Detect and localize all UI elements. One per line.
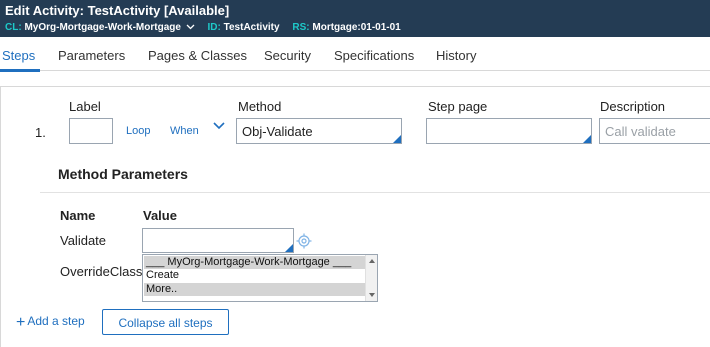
autocomplete-corner-icon xyxy=(285,244,293,252)
tab-bar: Steps Parameters Pages & Classes Securit… xyxy=(0,37,710,72)
crosshair-icon[interactable] xyxy=(296,233,312,249)
title-text: Activity: TestActivity [Available] xyxy=(32,3,230,18)
steppage-column-header: Step page xyxy=(428,99,488,114)
listbox-scrollbar[interactable] xyxy=(365,255,377,301)
id-value: TestActivity xyxy=(223,22,280,33)
section-divider xyxy=(40,192,710,193)
step-number: 1. xyxy=(35,125,46,140)
method-input-value: Obj-Validate xyxy=(242,124,313,139)
active-tab-indicator xyxy=(0,69,40,72)
add-step-label: Add a step xyxy=(27,314,85,328)
rule-title: Edit Activity: TestActivity [Available] xyxy=(5,3,229,18)
rs-value: Mortgage:01-01-01 xyxy=(312,22,401,33)
rule-meta: CL: MyOrg-Mortgage-Work-Mortgage ID: Tes… xyxy=(5,22,411,33)
steppage-input[interactable] xyxy=(426,118,592,144)
title-prefix: Edit xyxy=(5,3,30,18)
loop-link[interactable]: Loop xyxy=(126,125,150,137)
cl-value[interactable]: MyOrg-Mortgage-Work-Mortgage xyxy=(24,22,180,33)
rs-key: RS: xyxy=(292,22,310,33)
overrideclass-listbox[interactable]: ___ MyOrg-Mortgage-Work-Mortgage ___ Cre… xyxy=(142,254,378,302)
tab-security[interactable]: Security xyxy=(264,48,311,63)
autocomplete-corner-icon xyxy=(393,135,401,143)
when-link[interactable]: When xyxy=(170,125,199,137)
label-input[interactable] xyxy=(69,118,113,144)
param-value-header: Value xyxy=(143,208,177,223)
scroll-up-icon[interactable] xyxy=(369,259,375,263)
method-column-header: Method xyxy=(238,99,282,114)
label-column-header: Label xyxy=(69,99,101,114)
param-name-validate: Validate xyxy=(60,233,107,248)
tab-steps[interactable]: Steps xyxy=(2,48,35,63)
tab-parameters[interactable]: Parameters xyxy=(58,48,125,63)
param-name-header: Name xyxy=(60,208,96,223)
cl-key: CL: xyxy=(5,22,22,33)
rule-header: Edit Activity: TestActivity [Available] … xyxy=(0,0,710,37)
tab-specifications[interactable]: Specifications xyxy=(334,48,414,63)
chevron-down-icon[interactable] xyxy=(186,22,198,33)
tab-pages-classes[interactable]: Pages & Classes xyxy=(148,48,247,63)
id-key: ID: xyxy=(207,22,221,33)
add-step-link[interactable]: + Add a step xyxy=(16,314,85,332)
method-parameters-title: Method Parameters xyxy=(58,166,188,182)
collapse-all-steps-button[interactable]: Collapse all steps xyxy=(102,309,229,335)
method-input[interactable]: Obj-Validate xyxy=(236,118,402,144)
listbox-option[interactable]: More.. xyxy=(144,283,365,296)
tab-history[interactable]: History xyxy=(436,48,476,63)
chevron-down-icon[interactable] xyxy=(212,121,226,131)
param-name-overrideclass: OverrideClass xyxy=(60,264,143,279)
listbox-option[interactable]: ___ MyOrg-Mortgage-Work-Mortgage ___ xyxy=(144,256,365,269)
description-column-header: Description xyxy=(600,99,666,114)
listbox-option[interactable]: Create xyxy=(144,269,365,282)
scroll-down-icon[interactable] xyxy=(369,293,375,297)
description-placeholder: Call validate xyxy=(605,124,676,139)
description-input[interactable]: Call validate xyxy=(599,118,710,144)
autocomplete-corner-icon xyxy=(583,135,591,143)
validate-input[interactable] xyxy=(142,228,294,253)
plus-icon: + xyxy=(16,314,26,331)
